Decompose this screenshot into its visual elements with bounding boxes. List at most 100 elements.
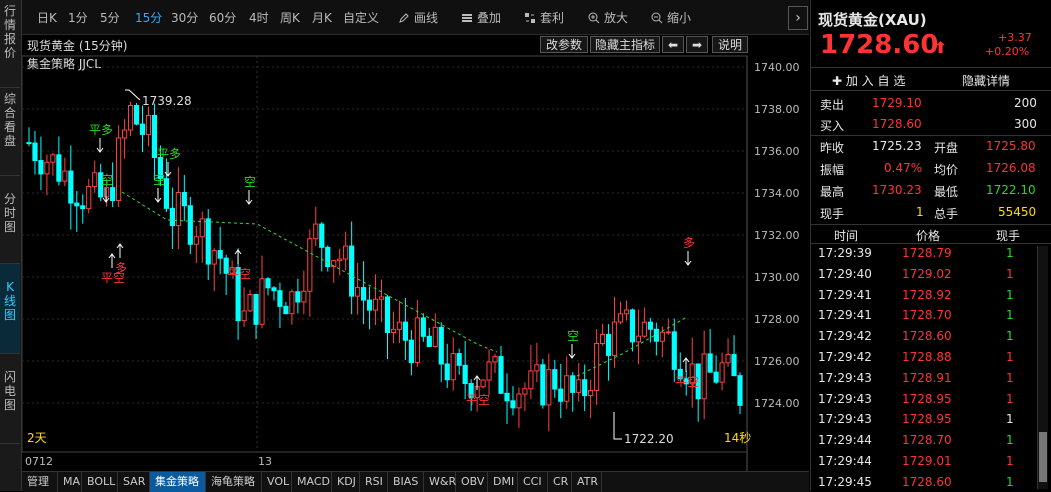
amplitude-value: 0.47% [884, 161, 923, 175]
buy-volume: 300 [1014, 117, 1037, 131]
candle-body [86, 185, 92, 210]
indicator-tab[interactable]: 海龟策略 [206, 472, 262, 492]
indicator-tab[interactable]: SAR [118, 472, 150, 492]
add-favorite-button[interactable]: ✚ 加 入 自 选 [832, 72, 905, 89]
indicator-tab[interactable]: OBV [456, 472, 488, 492]
period-tab[interactable]: 5分 [100, 9, 120, 26]
signal-arrow-down-icon [684, 251, 692, 266]
indicator-tab[interactable]: MACD [292, 472, 332, 492]
candle-body [74, 202, 80, 207]
period-tab[interactable]: 4时 [249, 9, 269, 26]
zoom-out-button[interactable]: 缩小 [651, 9, 691, 26]
zoom-in-button[interactable]: 放大 [588, 9, 628, 26]
period-tab[interactable]: 月K [312, 9, 332, 26]
tick-volume: 1 [1006, 350, 1014, 364]
candle-body [110, 187, 116, 202]
y-tick-label: 1738.00 [754, 103, 800, 116]
period-tab[interactable]: 30分 [171, 9, 198, 26]
y-tick-label: 1726.00 [754, 355, 800, 368]
candle-body [187, 205, 193, 245]
candle-body [295, 291, 301, 303]
zoom-in-icon [588, 12, 600, 24]
low-label: 最低 [934, 185, 959, 199]
indicator-tab[interactable]: CCI [518, 472, 548, 492]
indicator-tab[interactable]: ATR [572, 472, 602, 492]
zoom-out-icon [651, 12, 663, 24]
candle-body [456, 353, 462, 366]
signal-label: 多 [683, 236, 695, 250]
tick-price: 1728.91 [902, 370, 952, 385]
candle-body [193, 236, 199, 245]
tick-time: 17:29:44 [818, 454, 872, 468]
signal-label: 平多 [157, 147, 181, 161]
indicator-tab[interactable]: W&R [424, 472, 456, 492]
candle-body [283, 305, 289, 315]
open-label: 开盘 [934, 141, 959, 155]
tick-scrollbar[interactable] [1037, 246, 1048, 489]
indicator-tab[interactable]: BOLL [82, 472, 118, 492]
indicator-tab[interactable]: MA [58, 472, 82, 492]
candle-body [671, 331, 677, 370]
candle-body [68, 170, 74, 204]
kline-chart[interactable]: 1740.00 1738.00 1736.00 1734.00 1732.00 1730.… [22, 34, 809, 471]
indicator-tab[interactable]: CR [548, 472, 572, 492]
indicator-tab[interactable]: DMI [488, 472, 518, 492]
candle-body [498, 356, 504, 394]
tick-price: 1728.70 [902, 308, 952, 323]
signal-arrow-down-icon [568, 344, 576, 359]
candle-body [38, 160, 44, 175]
candle-body [438, 326, 444, 365]
period-tab[interactable]: 周K [280, 9, 300, 26]
tab-overview[interactable]: 综合看盘 [0, 88, 20, 176]
overlay-button[interactable]: 叠加 [461, 9, 501, 26]
indicator-tab[interactable]: RSI [360, 472, 388, 492]
candle-body [462, 364, 468, 385]
candle-body [576, 379, 582, 393]
period-tab[interactable]: 日K [37, 9, 57, 26]
candle-body [116, 137, 122, 202]
candle-body [414, 317, 420, 364]
indicator-tab[interactable]: VOL [262, 472, 292, 492]
candle-body [534, 364, 540, 372]
period-tab[interactable]: 15分 [135, 9, 162, 26]
indicator-tab[interactable]: 集金策略 [150, 472, 206, 492]
candle-body [104, 187, 110, 198]
total-volume-value: 55450 [998, 205, 1037, 219]
signal-label: 空 [153, 173, 165, 187]
candle-body [510, 400, 516, 409]
candle-body [378, 296, 385, 300]
candle-body [516, 393, 522, 409]
candle-body [301, 290, 307, 303]
indicator-tab[interactable]: KDJ [332, 472, 360, 492]
candle-body [599, 333, 606, 344]
tab-quotes[interactable]: 行情报价 [0, 0, 20, 88]
candle-body [582, 379, 588, 397]
indicator-tab[interactable]: BIAS [388, 472, 424, 492]
candle-body [402, 321, 409, 341]
candle-body [629, 309, 636, 343]
tab-kline[interactable]: K线图 [0, 264, 20, 354]
avg-label: 均价 [934, 163, 959, 177]
instrument-name: 现货黄金(XAU) [818, 11, 927, 29]
hide-detail-button[interactable]: 隐藏详情 [962, 72, 1010, 89]
candle-body [731, 353, 737, 377]
period-tab[interactable]: 自定义 [343, 9, 379, 26]
collapse-panel-button[interactable]: › [788, 6, 808, 30]
candle-body [635, 335, 642, 343]
y-tick-label: 1734.00 [754, 187, 800, 200]
period-tab[interactable]: 60分 [209, 9, 236, 26]
tab-flash[interactable]: 闪电图 [0, 354, 20, 444]
candle-body [205, 218, 211, 265]
scrollbar-thumb[interactable] [1039, 432, 1047, 482]
candle-body [277, 290, 283, 307]
tab-timeline[interactable]: 分时图 [0, 176, 20, 264]
low-value: 1722.10 [986, 183, 1036, 197]
arbitrage-button[interactable]: 套利 [524, 9, 564, 26]
indicator-tab[interactable]: 管理 [22, 472, 58, 492]
draw-line-button[interactable]: 画线 [398, 9, 438, 26]
period-tab[interactable]: 1分 [68, 9, 88, 26]
candle-body [546, 369, 552, 406]
tick-volume: 1 [1006, 370, 1014, 385]
candle-body [617, 313, 624, 323]
candle-body [343, 245, 349, 260]
